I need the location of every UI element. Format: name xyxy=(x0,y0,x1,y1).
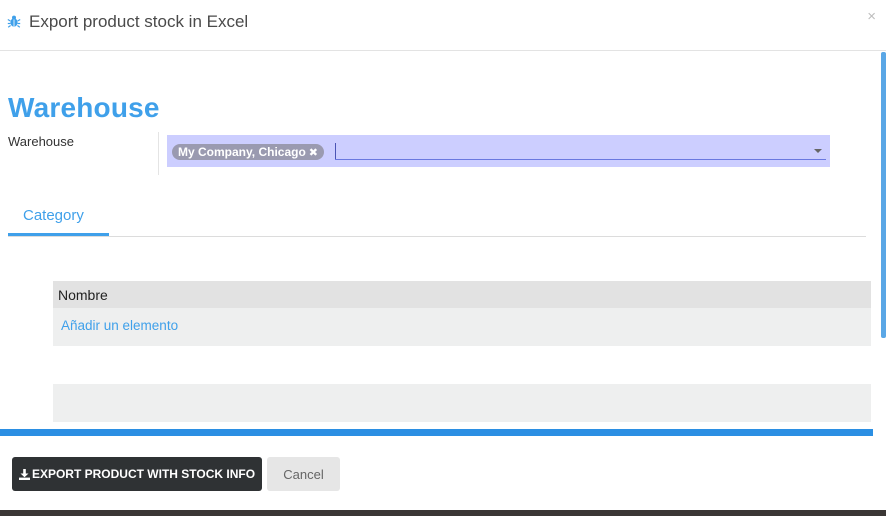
warehouse-tag: My Company, Chicago ✖ xyxy=(172,144,325,160)
text-cursor xyxy=(335,143,336,159)
select-underline xyxy=(335,159,826,160)
dialog-header: Export product stock in Excel × xyxy=(0,0,886,51)
scrollbar[interactable] xyxy=(881,52,886,338)
table-header: Nombre xyxy=(53,281,871,308)
progress-bar xyxy=(0,429,873,436)
add-item-link[interactable]: Añadir un elemento xyxy=(61,318,178,333)
close-icon[interactable]: × xyxy=(867,8,876,25)
table-row: Añadir un elemento xyxy=(53,308,871,346)
section-title: Warehouse xyxy=(8,92,160,123)
tab-category-label: Category xyxy=(23,207,84,224)
table-spacer xyxy=(53,346,871,384)
bug-icon xyxy=(7,15,21,28)
export-button[interactable]: EXPORT PRODUCT WITH STOCK INFO xyxy=(12,457,262,491)
export-button-label: EXPORT PRODUCT WITH STOCK INFO xyxy=(31,467,256,481)
tab-category[interactable]: Category xyxy=(8,199,109,236)
dialog-body[interactable]: Warehouse Warehouse My Company, Chicago ✖… xyxy=(0,51,886,429)
download-icon xyxy=(18,468,30,480)
category-table: Nombre Añadir un elemento xyxy=(53,281,871,422)
field-divider xyxy=(158,132,159,175)
dialog-footer: EXPORT PRODUCT WITH STOCK INFO Cancel xyxy=(0,436,886,510)
export-dialog: Export product stock in Excel × Warehous… xyxy=(0,0,886,516)
dialog-title: Export product stock in Excel xyxy=(29,12,249,31)
warehouse-select[interactable]: My Company, Chicago ✖ xyxy=(167,135,830,167)
warehouse-tag-label: My Company, Chicago xyxy=(178,145,306,159)
tag-remove-icon[interactable]: ✖ xyxy=(309,147,318,159)
chevron-down-icon[interactable] xyxy=(814,149,822,153)
cancel-button[interactable]: Cancel xyxy=(267,457,340,491)
tab-bar: Category xyxy=(8,199,866,237)
background-strip xyxy=(0,510,886,516)
table-footer xyxy=(53,384,871,422)
warehouse-label: Warehouse xyxy=(8,134,74,149)
column-header-nombre[interactable]: Nombre xyxy=(58,287,108,303)
